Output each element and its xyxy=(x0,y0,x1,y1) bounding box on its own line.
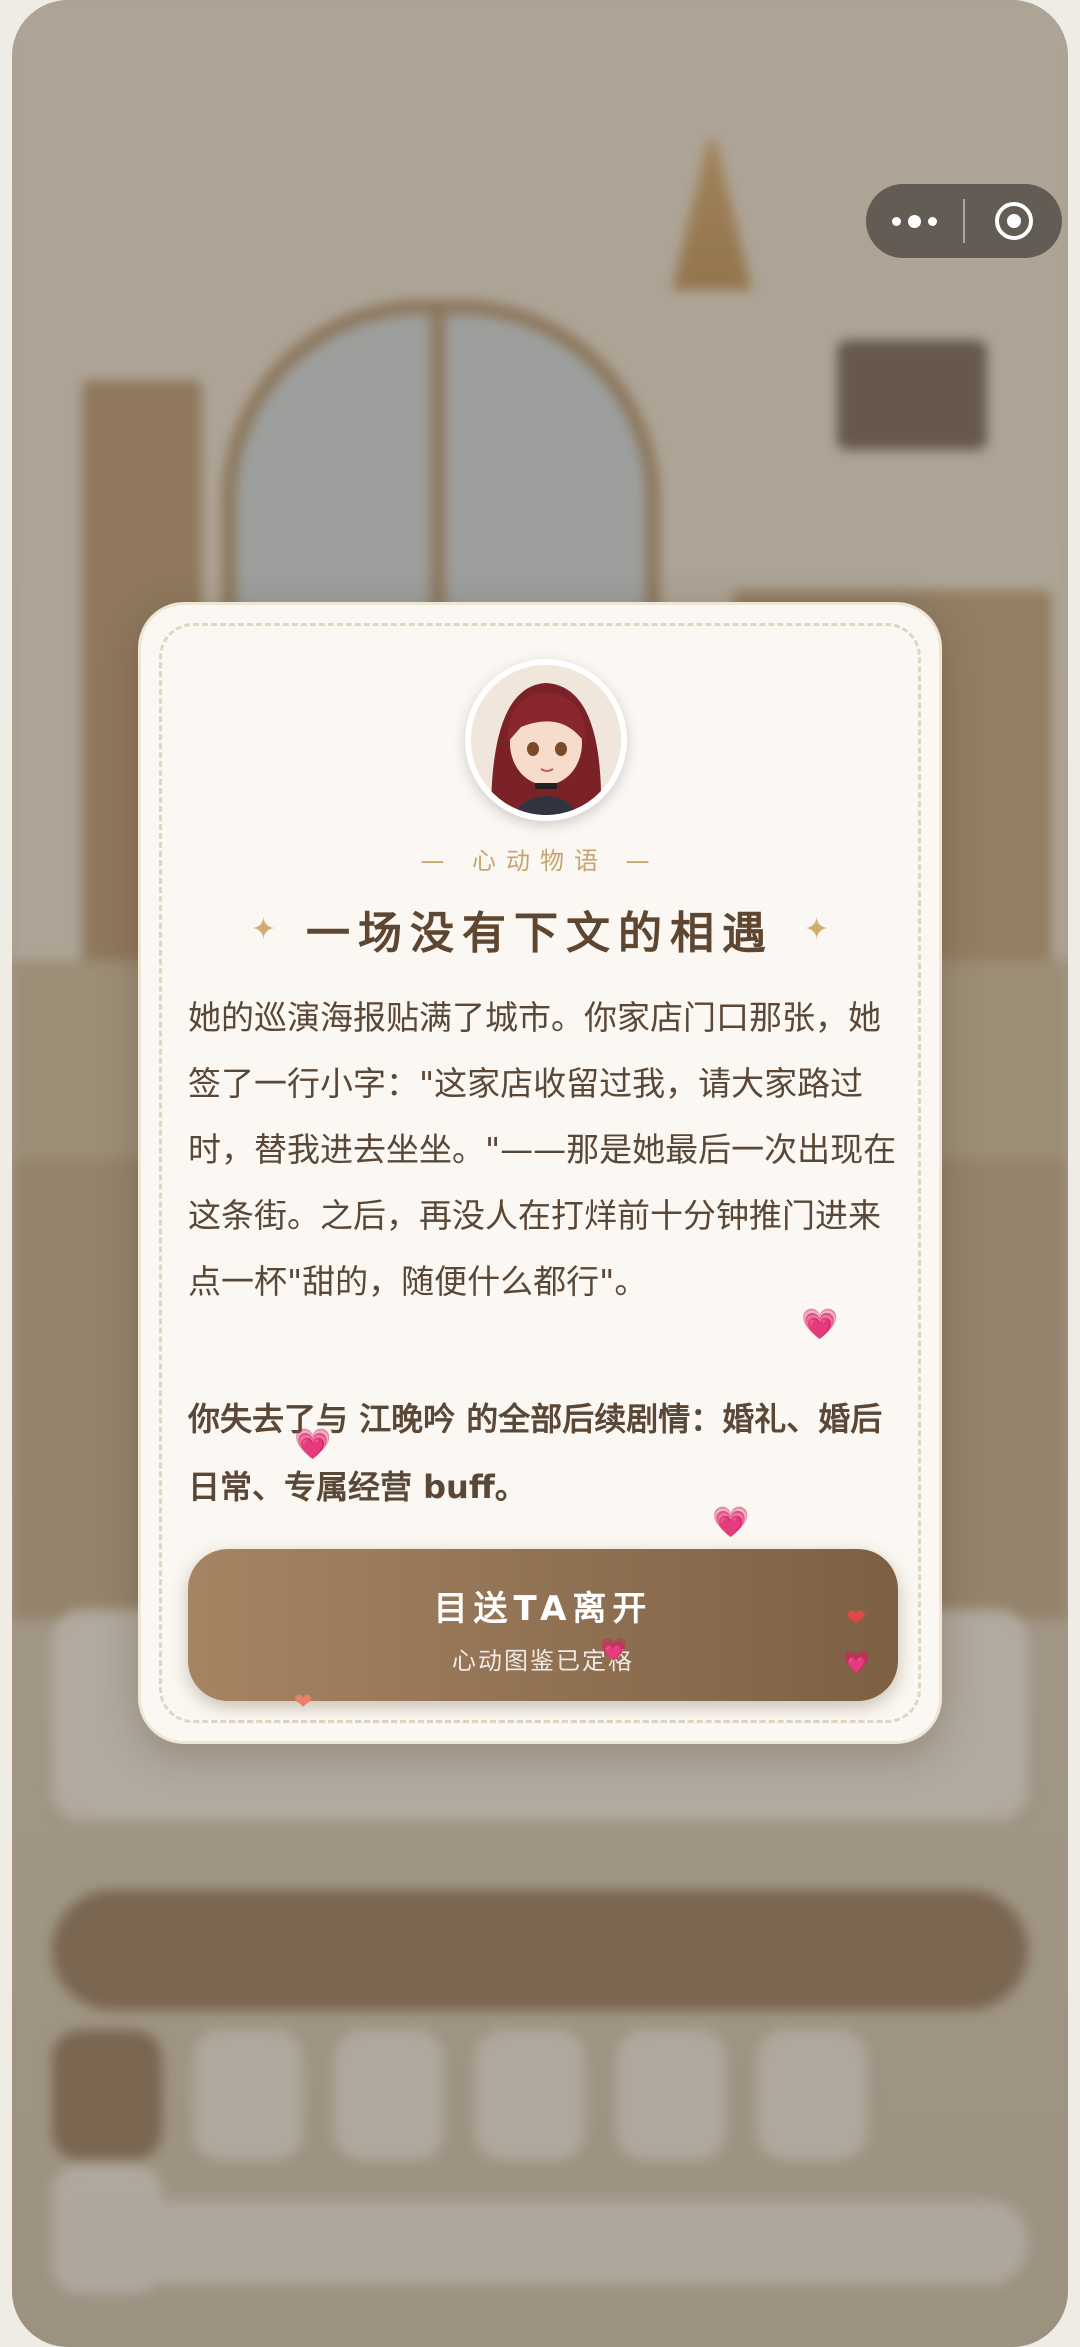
farewell-button-label: 目送TA离开 xyxy=(433,1589,653,1629)
character-avatar xyxy=(465,659,627,821)
more-dots-icon xyxy=(892,214,937,228)
heart-icon: 💗 xyxy=(600,1638,628,1663)
miniprogram-capsule xyxy=(866,184,1062,258)
section-label: — 心动物语 — xyxy=(420,847,660,875)
more-button[interactable] xyxy=(866,184,963,258)
heart-icon: ❤ xyxy=(846,1604,867,1632)
farewell-button-sublabel: 心动图鉴已定格 xyxy=(452,1647,634,1675)
heart-icon: ❤ xyxy=(294,1690,313,1715)
heart-icon: 💗 xyxy=(712,1505,750,1540)
heart-icon: 💗 xyxy=(294,1427,332,1462)
story-text: 她的巡演海报贴满了城市。你家店门口那张，她签了一行小字："这家店收留过我，请大家… xyxy=(188,998,897,1301)
farewell-button[interactable]: 目送TA离开 心动图鉴已定格 xyxy=(188,1549,898,1701)
heart-icon: 💗 xyxy=(801,1307,839,1342)
modal-title: 一场没有下文的相遇 xyxy=(306,908,774,959)
close-miniprogram-button[interactable] xyxy=(965,184,1062,258)
sparkle-icon: ✦ xyxy=(804,911,830,947)
sparkle-icon: ✦ xyxy=(250,911,276,947)
target-icon xyxy=(994,202,1033,240)
title-row: ✦ 一场没有下文的相遇 ✦ xyxy=(141,897,939,961)
heart-icon: 💗 xyxy=(843,1650,871,1675)
story-modal: — 心动物语 — ✦ 一场没有下文的相遇 ✦ 她的巡演海报贴满了城市。你家店门口… xyxy=(138,602,942,1744)
